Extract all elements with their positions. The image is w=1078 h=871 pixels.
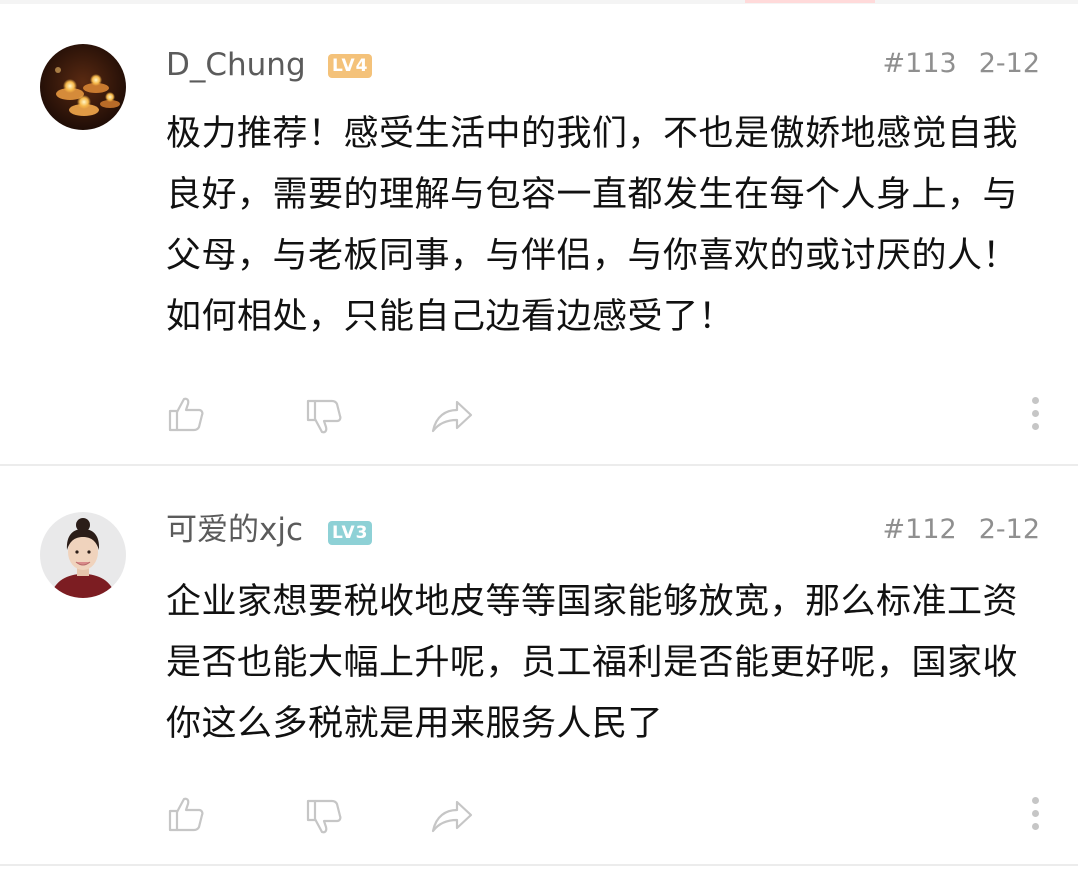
- share-arrow-icon[interactable]: [430, 396, 474, 436]
- comment-item: 可爱的xjc LV3 #112 2-12 企业家想要税收地皮等等国家能够放宽，那么…: [0, 466, 1078, 871]
- candles-avatar-image: [40, 44, 126, 130]
- comment-line: 是否也能大幅上升呢，员工福利是否能更好呢，国家收: [166, 643, 1019, 683]
- more-vertical-icon[interactable]: [1030, 797, 1040, 837]
- comment-line: 极力推荐！感受生活中的我们，不也是傲娇地感觉自我: [166, 114, 1019, 154]
- comment-body: 企业家想要税收地皮等等国家能够放宽，那么标准工资 是否也能大幅上升呢，员工福利是…: [166, 572, 1046, 755]
- comment-meta: #112 2-12: [883, 510, 1040, 550]
- level-badge: LV3: [328, 521, 373, 545]
- girl-portrait-avatar-image: [40, 512, 126, 598]
- comment-date: 2-12: [978, 48, 1040, 79]
- comment-meta: #113 2-12: [883, 44, 1040, 84]
- thumbs-down-icon[interactable]: [304, 397, 344, 437]
- thumbs-down-icon[interactable]: [304, 797, 344, 837]
- comment-line: 你这么多税就是用来服务人民了: [166, 704, 664, 744]
- comment-line: 良好，需要的理解与包容一直都发生在每个人身上，与: [166, 175, 1019, 215]
- user-avatar[interactable]: [40, 512, 126, 598]
- comment-line: 如何相处，只能自己边看边感受了！: [166, 297, 735, 337]
- thumbs-up-icon[interactable]: [166, 394, 206, 434]
- username[interactable]: D_Chung: [166, 45, 306, 85]
- share-arrow-icon[interactable]: [430, 796, 474, 836]
- comment-date: 2-12: [978, 514, 1040, 545]
- level-badge: LV4: [328, 54, 373, 78]
- comment-line: 父母，与老板同事，与伴侣，与你喜欢的或讨厌的人！: [166, 236, 1019, 276]
- username[interactable]: 可爱的xjc: [166, 510, 303, 550]
- thumbs-up-icon[interactable]: [166, 794, 206, 834]
- comment-line: 企业家想要税收地皮等等国家能够放宽，那么标准工资: [166, 582, 1019, 622]
- user-avatar[interactable]: [40, 44, 126, 130]
- floor-number: #112: [882, 514, 957, 545]
- comment-body: 极力推荐！感受生活中的我们，不也是傲娇地感觉自我 良好，需要的理解与包容一直都发…: [166, 104, 1046, 348]
- more-vertical-icon[interactable]: [1030, 397, 1040, 437]
- comment-item: D_Chung LV4 #113 2-12 极力推荐！感受生活中的我们，不也是傲娇…: [0, 0, 1078, 466]
- floor-number: #113: [882, 48, 957, 79]
- comment-divider: [0, 864, 1078, 866]
